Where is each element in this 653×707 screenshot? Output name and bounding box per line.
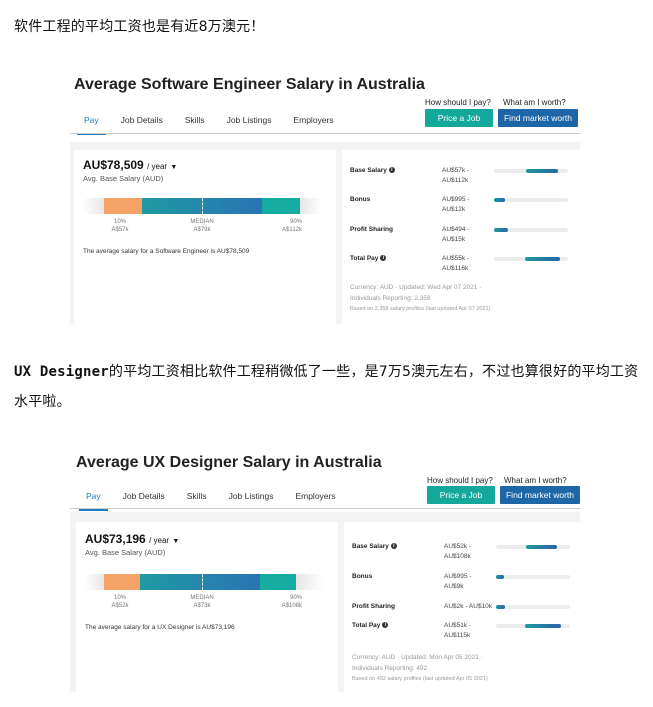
tab-job-listings[interactable]: Job Listings <box>229 486 274 508</box>
tab-pay[interactable]: Pay <box>77 110 106 135</box>
median-tick: MEDIAN A$73k <box>190 595 214 609</box>
info-icon[interactable]: i <box>382 622 389 629</box>
profit-sharing-label: Profit Sharing <box>350 226 393 233</box>
individuals-reporting-text: Individuals Reporting: 492 <box>352 665 428 672</box>
tab-employers[interactable]: Employers <box>295 486 335 508</box>
total-pay-range-bar <box>525 257 561 261</box>
salary-distribution-bar <box>84 574 324 590</box>
currency-updated-text: Currency: AUD · Updated: Wed Apr 07 2021… <box>350 284 482 291</box>
pay-breakdown-panel: Base Salary i AU$57k - AU$112k Bonus AU$99… <box>342 150 580 324</box>
currency-updated-text: Currency: AUD · Updated: Mon Apr 05 2021… <box>352 654 483 661</box>
pay-breakdown-panel: Base Salary i AU$52k - AU$108k Bonus AU$99… <box>344 522 580 692</box>
profit-sharing-range: AU$2k - AU$10k <box>444 603 493 610</box>
intro-text: 软件工程的平均工资也是有近8万澳元！ <box>14 19 265 35</box>
average-salary-sentence: The average salary for a UX Designer is … <box>85 624 235 631</box>
info-icon[interactable]: i <box>380 255 387 262</box>
bonus-range: AU$995 - AU$12k <box>442 196 470 213</box>
profit-sharing-label: Profit Sharing <box>352 603 395 610</box>
bonus-range: AU$995 - AU$9k <box>444 573 472 590</box>
info-icon[interactable]: i <box>390 543 397 550</box>
average-salary[interactable]: AU$78,509 / year ▼ <box>83 158 177 172</box>
tab-job-details[interactable]: Job Details <box>121 110 163 132</box>
price-a-job-button[interactable]: Price a Job <box>425 109 493 127</box>
bonus-range-bar <box>496 575 505 579</box>
find-market-worth-button[interactable]: Find market worth <box>498 109 578 127</box>
total-pay-label: Total Pay i <box>352 622 389 629</box>
avg-base-salary-label: Avg. Base Salary (AUD) <box>83 174 164 183</box>
median-tick: MEDIAN A$79k <box>190 219 214 233</box>
base-salary-range: AU$52k - AU$108k <box>444 543 472 560</box>
bonus-label: Bonus <box>350 196 371 203</box>
total-pay-range: AU$51k - AU$115k <box>444 622 472 639</box>
how-should-i-pay-label: How should I pay? <box>425 98 491 107</box>
base-salary-label: Base Salary i <box>350 167 395 174</box>
tab-pay[interactable]: Pay <box>79 486 108 511</box>
salary-profiles-text: Based on 492 salary profiles (last updat… <box>352 676 488 682</box>
find-market-worth-button[interactable]: Find market worth <box>500 486 580 504</box>
profit-sharing-range: AU$494 - AU$15k <box>442 226 470 243</box>
total-pay-range-bar <box>525 624 562 628</box>
total-pay-range: AU$55k - AU$116k <box>442 255 470 272</box>
chevron-down-icon[interactable]: ▼ <box>172 538 179 545</box>
salary-profiles-text: Based on 2,358 salary profiles (last upd… <box>350 306 491 312</box>
salary-card-ux-designer: Average UX Designer Salary in Australia … <box>70 446 580 692</box>
base-salary-range: AU$57k - AU$112k <box>442 167 470 184</box>
base-salary-range-bar <box>525 545 558 549</box>
info-icon[interactable]: i <box>388 167 395 174</box>
percentile-10-tick: 10% A$52k <box>111 595 129 609</box>
card-title: Average Software Engineer Salary in Aust… <box>74 76 425 93</box>
tab-skills[interactable]: Skills <box>185 110 205 132</box>
card-title: Average UX Designer Salary in Australia <box>76 454 382 471</box>
percentile-90-tick: 90% A$112k <box>282 219 302 233</box>
bonus-label: Bonus <box>352 573 373 580</box>
individuals-reporting-text: Individuals Reporting: 2,358 <box>350 295 431 302</box>
total-pay-label: Total Pay i <box>350 255 387 262</box>
salary-overview-panel: AU$73,196 / year ▼ Avg. Base Salary (AUD… <box>76 522 338 692</box>
profit-sharing-range-bar <box>496 605 506 609</box>
salary-overview-panel: AU$78,509 / year ▼ Avg. Base Salary (AUD… <box>74 150 336 324</box>
what-am-i-worth-label: What am I worth? <box>504 476 567 485</box>
what-am-i-worth-label: What am I worth? <box>503 98 566 107</box>
price-a-job-button[interactable]: Price a Job <box>427 486 495 504</box>
chevron-down-icon[interactable]: ▼ <box>170 164 177 171</box>
salary-card-software-engineer: Average Software Engineer Salary in Aust… <box>70 68 580 324</box>
avg-base-salary-label: Avg. Base Salary (AUD) <box>85 548 166 557</box>
average-salary[interactable]: AU$73,196 / year ▼ <box>85 532 179 546</box>
tab-skills[interactable]: Skills <box>187 486 207 508</box>
comparison-text: UX Designer的平均工资相比软件工程稍微低了一些，是7万5澳元左右，不过… <box>14 364 639 410</box>
percentile-10-tick: 10% A$57k <box>111 219 129 233</box>
percentile-90-tick: 90% A$108k <box>281 595 302 609</box>
profit-sharing-range-bar <box>494 228 508 232</box>
base-salary-range-bar <box>526 169 558 173</box>
tab-job-listings[interactable]: Job Listings <box>227 110 272 132</box>
how-should-i-pay-label: How should I pay? <box>427 476 493 485</box>
average-salary-sentence: The average salary for a Software Engine… <box>83 248 250 255</box>
tab-employers[interactable]: Employers <box>293 110 333 132</box>
tab-job-details[interactable]: Job Details <box>123 486 165 508</box>
base-salary-label: Base Salary i <box>352 543 397 550</box>
bonus-range-bar <box>494 198 506 202</box>
